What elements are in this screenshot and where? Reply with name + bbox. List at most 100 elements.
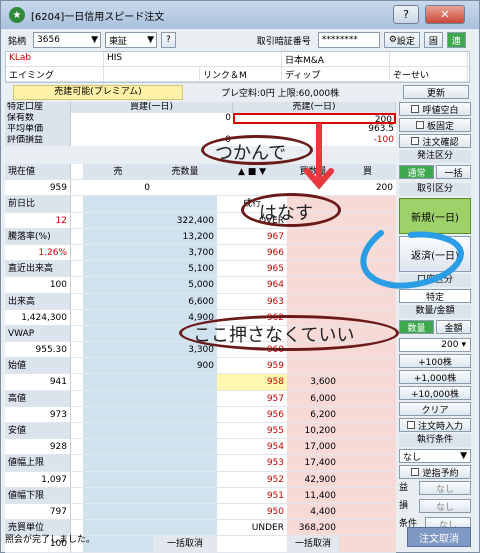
price-cell[interactable]: 952 [217, 471, 287, 488]
sell-cell[interactable] [83, 325, 153, 343]
sell-cell[interactable] [83, 261, 153, 278]
sell-cell[interactable] [83, 277, 153, 294]
sell-cell[interactable] [83, 228, 153, 245]
sell-input[interactable]: 0 [83, 180, 153, 197]
add-1000-button[interactable]: +1,000株 [399, 370, 471, 384]
chart-cell [71, 487, 83, 504]
sell-cell[interactable] [83, 309, 153, 326]
sell-cell[interactable] [83, 390, 153, 407]
board-row: 928 954 17,000 [5, 439, 396, 456]
market-help-button[interactable]: ? [161, 32, 176, 48]
profit-select[interactable]: なし [419, 481, 471, 495]
exec-select[interactable]: なし ▼ [399, 449, 471, 463]
price-cell[interactable]: 963 [217, 293, 287, 310]
sell-cell[interactable] [83, 196, 153, 213]
buy-cell[interactable] [339, 471, 396, 488]
watch-item[interactable] [390, 52, 468, 66]
order-confirm-checkbox[interactable]: 注文確認 [399, 134, 471, 148]
add-100-button[interactable]: +100株 [399, 354, 471, 368]
qty-input[interactable]: 200 ▾ [399, 338, 471, 352]
buy-cell[interactable] [339, 487, 396, 504]
sell-cell[interactable] [83, 487, 153, 504]
stop-reserve-checkbox[interactable]: 逆指予約 [399, 465, 471, 479]
board-nav[interactable]: ▲ ■ ▼ [217, 164, 287, 181]
pin-input[interactable]: ******** [317, 32, 380, 48]
watch-item[interactable]: 日本M&A [282, 52, 390, 66]
buy-holding: 0 [71, 113, 233, 124]
buy-cell[interactable] [339, 423, 396, 440]
sell-cell[interactable] [83, 244, 153, 262]
buy-cell[interactable] [339, 196, 396, 213]
chart-cell [71, 212, 83, 229]
price-cell[interactable]: 955 [217, 423, 287, 440]
row-label: 出来高 [5, 293, 71, 310]
price-cell[interactable]: 966 [217, 244, 287, 262]
watch-item[interactable]: HIS [104, 52, 282, 66]
sell-cell[interactable] [83, 455, 153, 472]
add-10000-button[interactable]: +10,000株 [399, 386, 471, 400]
watch-item[interactable]: ディップ [282, 67, 390, 81]
link-button[interactable]: 連 [446, 32, 466, 48]
sell-cell[interactable] [83, 358, 153, 375]
buy-qty-cell [287, 277, 339, 294]
price-cell[interactable]: 957 [217, 390, 287, 407]
watch-item[interactable] [104, 67, 200, 81]
settings-button[interactable]: ⚙ 設定 [383, 32, 420, 48]
buy-cell[interactable] [339, 503, 396, 521]
qty-tab[interactable]: 数量 [399, 320, 434, 334]
sell-cell[interactable] [83, 503, 153, 521]
sell-qty-cell: 6,600 [153, 293, 217, 310]
watch-item[interactable]: エイミング [6, 67, 104, 81]
price-cell[interactable]: 950 [217, 503, 287, 521]
buy-cell[interactable] [339, 390, 396, 407]
price-cell[interactable]: 964 [217, 277, 287, 294]
sell-cell[interactable] [83, 423, 153, 440]
sell-cell[interactable] [83, 439, 153, 456]
buy-cell[interactable] [339, 374, 396, 391]
price-cell[interactable]: 965 [217, 261, 287, 278]
price-cell[interactable]: 967 [217, 228, 287, 245]
input-on-order-checkbox[interactable]: 注文時入力 [399, 418, 471, 432]
watch-item[interactable]: リンク＆M [200, 67, 282, 81]
close-button[interactable]: ✕ [425, 5, 465, 24]
sell-cell[interactable] [83, 293, 153, 310]
buy-input[interactable]: 200 [339, 180, 396, 197]
row-value: 100 [5, 277, 71, 294]
sell-cell[interactable] [83, 374, 153, 391]
sell-cell[interactable] [83, 471, 153, 488]
buy-cell[interactable] [339, 455, 396, 472]
price-cell[interactable]: 958 [217, 374, 287, 391]
mode-normal-tab[interactable]: 通常 [399, 165, 434, 179]
refresh-button[interactable]: 更新 [403, 85, 469, 99]
buy-cell[interactable] [339, 439, 396, 456]
mode-bulk-tab[interactable]: 一括 [436, 165, 471, 179]
pin-label: 取引暗証番号 [256, 36, 311, 47]
help-button[interactable]: ? [393, 5, 419, 24]
buy-cell[interactable] [339, 406, 396, 423]
price-cell[interactable]: 954 [217, 439, 287, 456]
sell-cell[interactable] [83, 342, 153, 359]
watch-item[interactable]: KLab [6, 52, 104, 66]
market-select[interactable]: 東証 ▼ [105, 32, 158, 48]
price-cell[interactable]: 953 [217, 455, 287, 472]
blank-price-checkbox[interactable]: 呼値空白 [399, 102, 471, 116]
symbol-select[interactable]: 3656 ▼ [33, 32, 102, 48]
sell-cell[interactable] [83, 212, 153, 229]
buy-cell[interactable] [339, 358, 396, 375]
fixed-button[interactable]: 固 [423, 32, 443, 48]
row-value: 797 [5, 503, 71, 521]
amount-tab[interactable]: 金額 [436, 320, 471, 334]
account-label: 特定口座 [5, 102, 71, 113]
loss-select[interactable]: なし [419, 499, 471, 513]
gear-icon: ⚙ [388, 35, 397, 45]
sell-qty-cell [153, 455, 217, 472]
cancel-order-button[interactable]: 注文取消 [407, 527, 471, 547]
board-fixed-checkbox[interactable]: 板固定 [399, 118, 471, 132]
watch-item[interactable]: ぞーせい [390, 67, 468, 81]
current-price: 959 [5, 180, 71, 197]
clear-button[interactable]: クリア [399, 402, 471, 416]
sell-cell[interactable] [83, 406, 153, 423]
price-cell[interactable]: 956 [217, 406, 287, 423]
price-cell[interactable]: 959 [217, 358, 287, 375]
price-cell[interactable]: 951 [217, 487, 287, 504]
